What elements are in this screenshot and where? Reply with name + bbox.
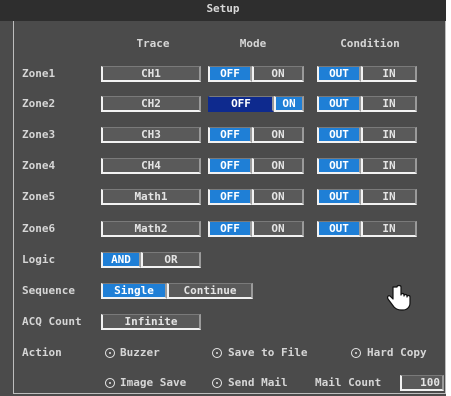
header-condition: Condition — [340, 37, 400, 50]
zone1-label: Zone1 — [22, 67, 56, 80]
logic-or-button[interactable]: OR — [141, 252, 201, 268]
zone2-on-button[interactable]: ON — [274, 96, 304, 112]
sequence-single-button[interactable]: Single — [101, 283, 167, 299]
zone6-off-button[interactable]: OFF — [208, 221, 252, 237]
send-mail-radio[interactable] — [212, 378, 222, 388]
setup-panel: Setup Trace Mode Condition Zone1 CH1 OFF… — [0, 0, 446, 396]
header-trace: Trace — [136, 37, 170, 50]
zone1-off-button[interactable]: OFF — [208, 66, 252, 82]
buzzer-label: Buzzer — [120, 346, 160, 359]
zone2-in-button[interactable]: IN — [361, 96, 417, 112]
sequence-continue-button[interactable]: Continue — [167, 283, 253, 299]
zone4-off-button[interactable]: OFF — [208, 158, 252, 174]
hand-cursor-icon — [387, 284, 411, 311]
zone5-in-button[interactable]: IN — [361, 189, 417, 205]
mail-count-field[interactable]: 100 — [400, 375, 444, 391]
zone5-out-button[interactable]: OUT — [317, 189, 361, 205]
zone3-out-button[interactable]: OUT — [317, 127, 361, 143]
zone4-in-button[interactable]: IN — [361, 158, 417, 174]
zone6-trace-button[interactable]: Math2 — [101, 221, 201, 237]
zone4-out-button[interactable]: OUT — [317, 158, 361, 174]
zone3-off-button[interactable]: OFF — [208, 127, 252, 143]
zone6-in-button[interactable]: IN — [361, 221, 417, 237]
zone6-on-button[interactable]: ON — [252, 221, 304, 237]
logic-and-button[interactable]: AND — [101, 252, 141, 268]
panel-title: Setup — [0, 0, 446, 21]
zone6-label: Zone6 — [22, 222, 56, 235]
zone1-on-button[interactable]: ON — [252, 66, 304, 82]
zone6-out-button[interactable]: OUT — [317, 221, 361, 237]
zone1-trace-button[interactable]: CH1 — [101, 66, 201, 82]
zone2-label: Zone2 — [22, 97, 56, 110]
zone5-off-button[interactable]: OFF — [208, 189, 252, 205]
zone5-on-button[interactable]: ON — [252, 189, 304, 205]
send-mail-label: Send Mail — [228, 376, 288, 389]
save-to-file-radio[interactable] — [212, 348, 222, 358]
zone4-label: Zone4 — [22, 159, 56, 172]
zone3-in-button[interactable]: IN — [361, 127, 417, 143]
hard-copy-radio[interactable] — [351, 348, 361, 358]
logic-label: Logic — [22, 253, 56, 266]
zone2-out-button[interactable]: OUT — [317, 96, 361, 112]
action-label: Action — [22, 346, 62, 359]
hard-copy-label: Hard Copy — [367, 346, 427, 359]
zone1-in-button[interactable]: IN — [361, 66, 417, 82]
header-mode: Mode — [239, 37, 267, 50]
acq-count-label: ACQ Count — [22, 315, 82, 328]
buzzer-radio[interactable] — [105, 348, 115, 358]
save-to-file-label: Save to File — [228, 346, 308, 359]
mail-count-label: Mail Count — [315, 376, 382, 389]
zone3-label: Zone3 — [22, 128, 56, 141]
zone4-trace-button[interactable]: CH4 — [101, 158, 201, 174]
sequence-label: Sequence — [22, 284, 75, 297]
zone2-trace-button[interactable]: CH2 — [101, 96, 201, 112]
zone5-label: Zone5 — [22, 190, 56, 203]
zone5-trace-button[interactable]: Math1 — [101, 189, 201, 205]
zone3-trace-button[interactable]: CH3 — [101, 127, 201, 143]
acq-count-button[interactable]: Infinite — [101, 314, 201, 330]
zone3-on-button[interactable]: ON — [252, 127, 304, 143]
image-save-label: Image Save — [120, 376, 187, 389]
zone1-out-button[interactable]: OUT — [317, 66, 361, 82]
image-save-radio[interactable] — [105, 378, 115, 388]
zone4-on-button[interactable]: ON — [252, 158, 304, 174]
zone2-off-button[interactable]: OFF — [208, 96, 274, 112]
